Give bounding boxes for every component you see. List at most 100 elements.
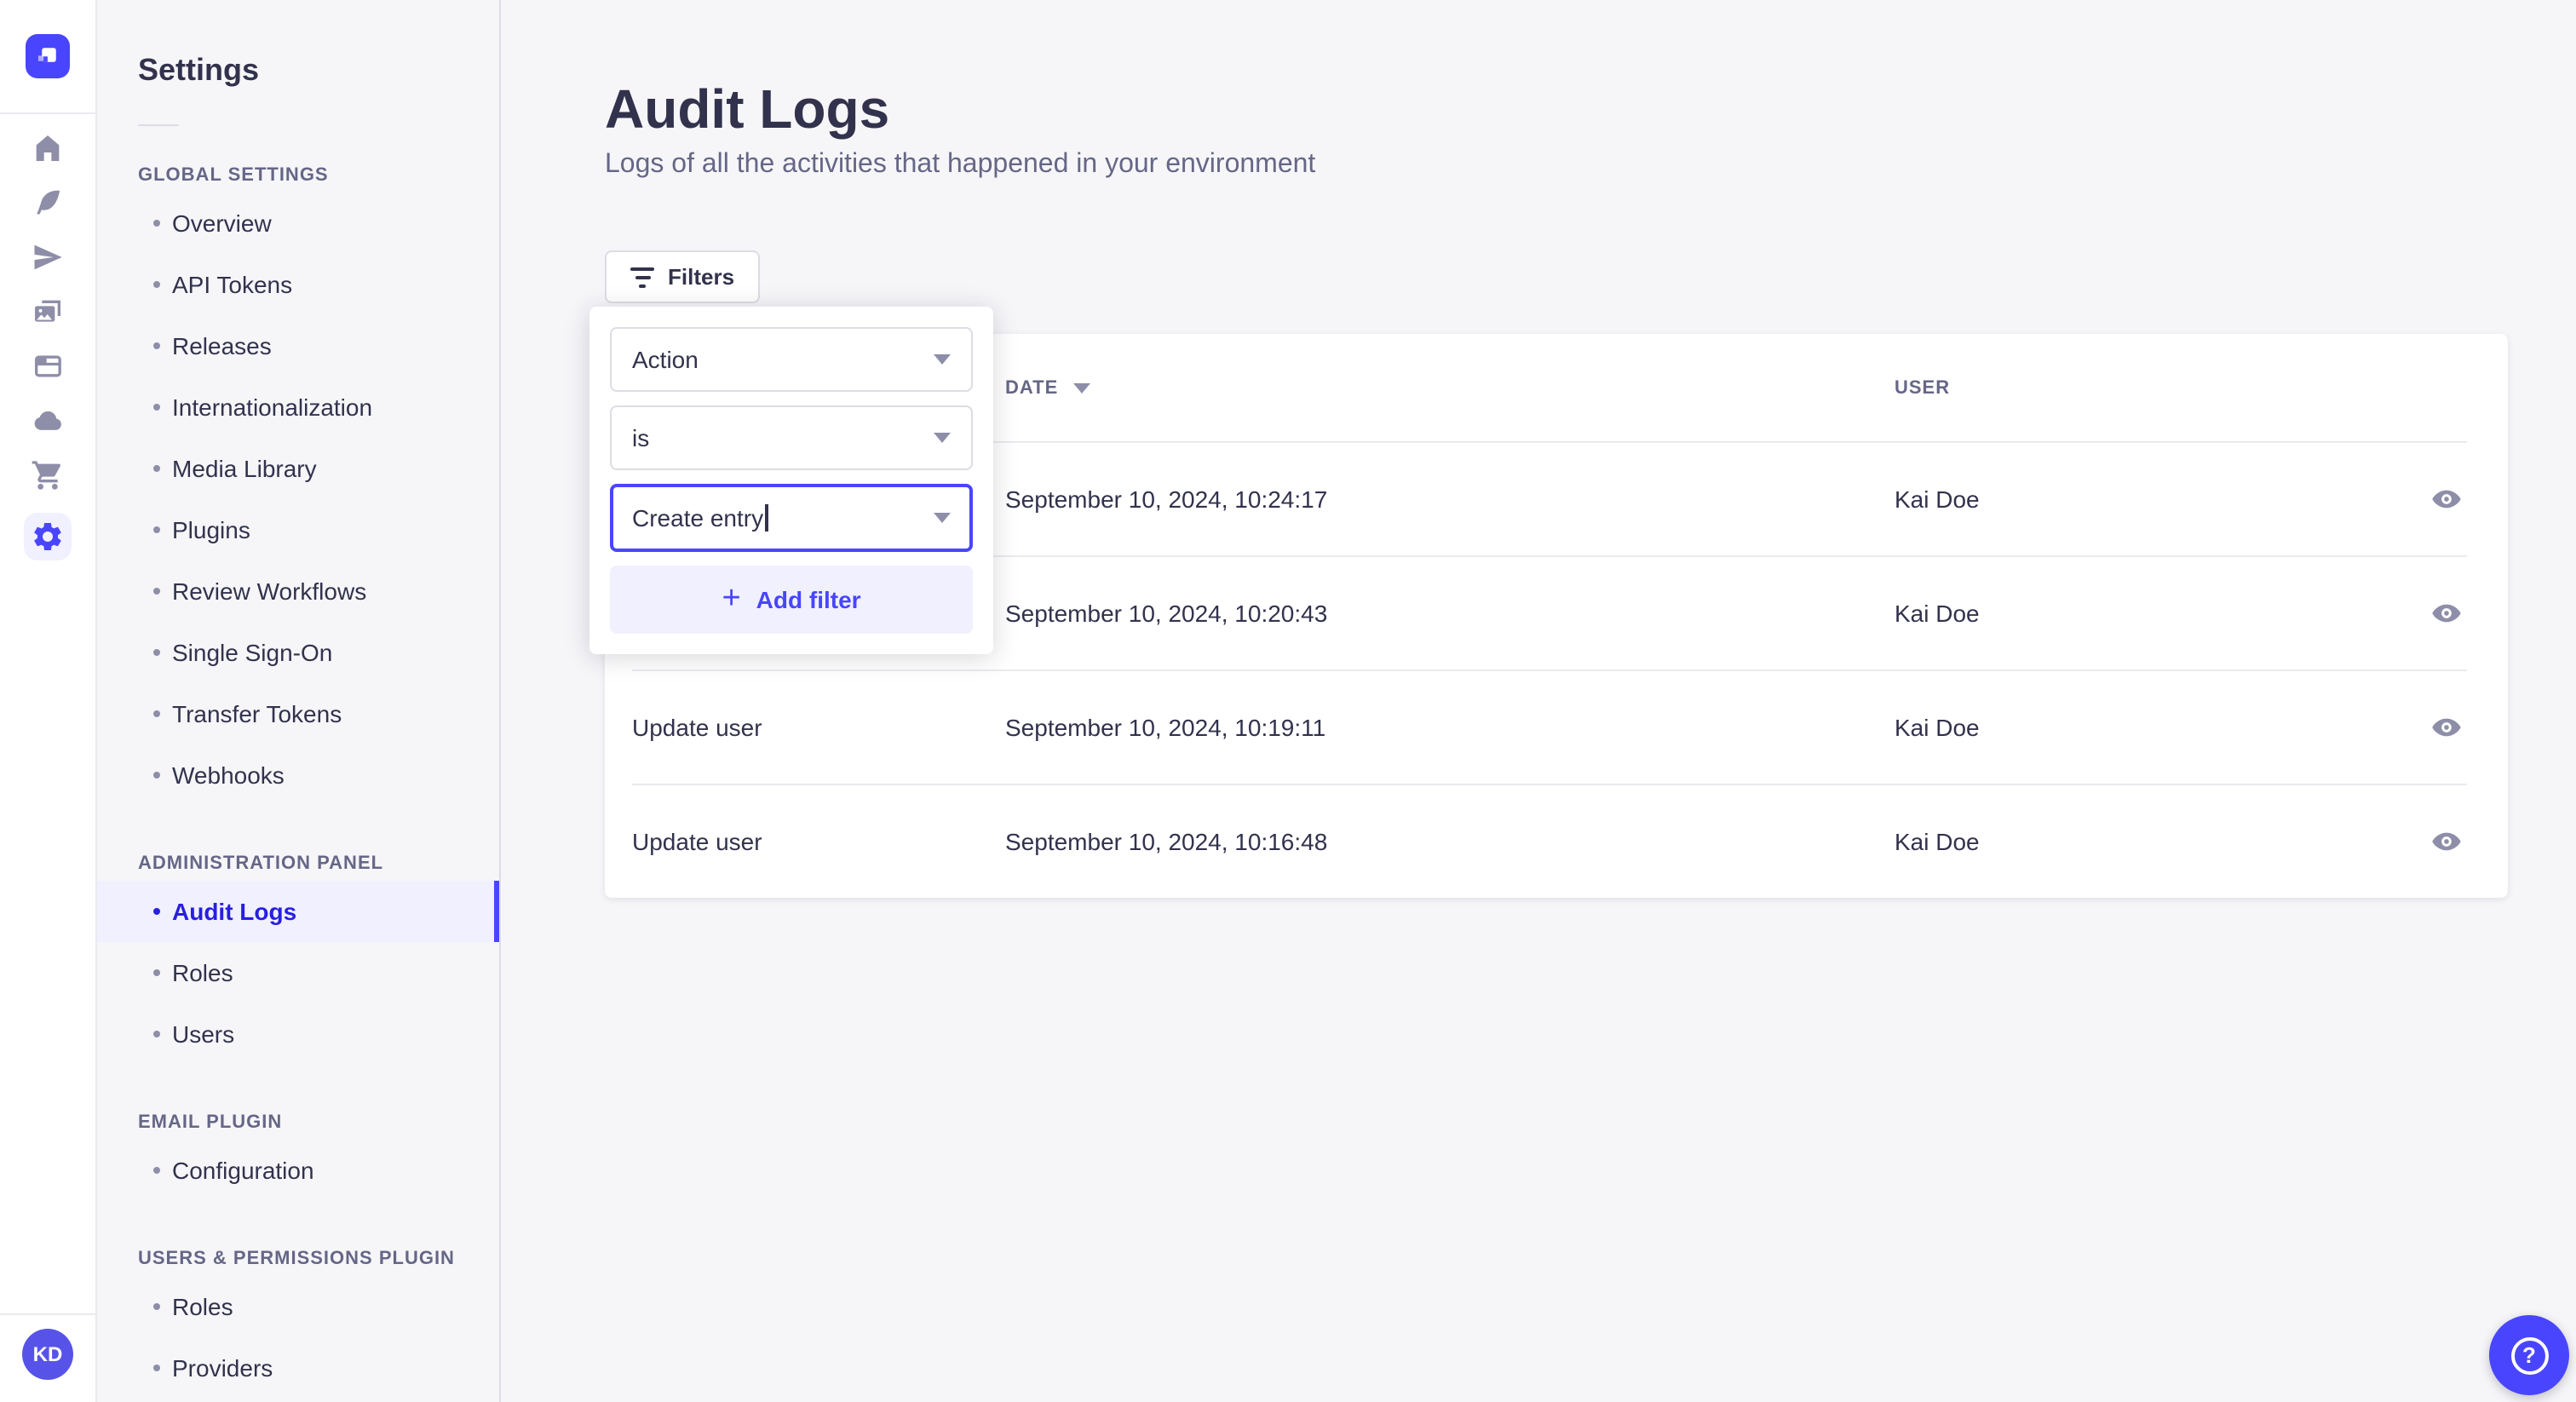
- sidebar-item-providers[interactable]: Providers: [97, 1337, 499, 1399]
- settings-gear-icon[interactable]: [24, 513, 72, 560]
- cell-action: Update user: [632, 827, 762, 854]
- rail-bottom: KD: [0, 1313, 95, 1402]
- sidebar-item-media-library[interactable]: Media Library: [97, 438, 499, 499]
- sidebar-item-plugins[interactable]: Plugins: [97, 499, 499, 560]
- add-filter-label: Add filter: [756, 586, 861, 613]
- sidebar-title: Settings: [138, 53, 260, 87]
- sidebar-item-single-sign-on[interactable]: Single Sign-On: [97, 622, 499, 683]
- eye-icon[interactable]: [2423, 703, 2470, 750]
- settings-sidebar: Settings GLOBAL SETTINGS Overview API To…: [97, 0, 501, 1402]
- bullet-icon: [153, 1031, 160, 1037]
- eye-icon[interactable]: [2423, 817, 2470, 865]
- question-mark-icon: ?: [2510, 1336, 2548, 1374]
- bullet-icon: [153, 1167, 160, 1174]
- sidebar-item-label: Media Library: [172, 455, 317, 482]
- rail-divider: [0, 112, 95, 114]
- bullet-icon: [153, 220, 160, 227]
- column-header-date[interactable]: DATE: [1005, 377, 1895, 398]
- table-row[interactable]: Update user September 10, 2024, 10:16:48…: [605, 784, 2508, 898]
- filter-field-value: Action: [632, 346, 699, 373]
- cell-date: September 10, 2024, 10:19:11: [1005, 713, 1326, 740]
- sidebar-item-webhooks[interactable]: Webhooks: [97, 744, 499, 806]
- filters-button[interactable]: Filters: [605, 250, 761, 303]
- sidebar-item-label: Single Sign-On: [172, 639, 333, 666]
- bullet-icon: [153, 404, 160, 411]
- sidebar-item-users[interactable]: Users: [97, 1003, 499, 1065]
- sidebar-section: ADMINISTRATION PANEL Audit Logs Roles Us…: [97, 847, 499, 1065]
- app: KD Settings GLOBAL SETTINGS Overview API…: [0, 0, 2576, 1402]
- sidebar-item-audit-logs[interactable]: Audit Logs: [97, 881, 499, 942]
- sidebar-item-transfer-tokens[interactable]: Transfer Tokens: [97, 683, 499, 744]
- column-header-date-label: DATE: [1005, 377, 1059, 398]
- filter-popup: Action is Create entry + Add filter: [589, 307, 993, 654]
- sidebar-section: EMAIL PLUGIN Configuration: [97, 1106, 499, 1201]
- sidebar-item-label: Audit Logs: [172, 898, 297, 925]
- sidebar-section-items: Overview API Tokens Releases Internation…: [97, 192, 499, 806]
- filter-operator-select[interactable]: is: [610, 405, 973, 470]
- bullet-icon: [153, 649, 160, 656]
- sidebar-item-label: Webhooks: [172, 761, 285, 789]
- bullet-icon: [153, 1303, 160, 1310]
- sidebar-item-api-tokens[interactable]: API Tokens: [97, 254, 499, 315]
- filter-operator-value: is: [632, 424, 650, 451]
- layout-icon[interactable]: [31, 349, 65, 383]
- table-row[interactable]: Update user September 10, 2024, 10:19:11…: [605, 669, 2508, 784]
- filter-value-combobox[interactable]: Create entry: [610, 484, 973, 552]
- filter-value-text: Create entry: [632, 504, 764, 531]
- chevron-down-icon: [934, 433, 951, 443]
- sidebar-item-internationalization[interactable]: Internationalization: [97, 376, 499, 438]
- filter-field-select[interactable]: Action: [610, 327, 973, 392]
- home-icon[interactable]: [31, 131, 65, 165]
- sidebar-sections: GLOBAL SETTINGS Overview API Tokens Rele…: [97, 158, 499, 1399]
- eye-icon[interactable]: [2423, 474, 2470, 522]
- sidebar-item-releases[interactable]: Releases: [97, 315, 499, 376]
- bullet-icon: [153, 772, 160, 779]
- sidebar-section-items: Audit Logs Roles Users: [97, 881, 499, 1065]
- sidebar-item-label: Users: [172, 1020, 235, 1048]
- cart-icon[interactable]: [31, 458, 65, 492]
- plus-icon: +: [722, 580, 741, 616]
- avatar[interactable]: KD: [22, 1329, 73, 1380]
- cell-date: September 10, 2024, 10:24:17: [1005, 485, 1328, 512]
- bullet-icon: [153, 908, 160, 915]
- chevron-down-icon: [934, 354, 951, 365]
- bullet-icon: [153, 588, 160, 595]
- sidebar-item-label: API Tokens: [172, 271, 293, 298]
- sidebar-item-label: Transfer Tokens: [172, 700, 342, 727]
- strapi-logo-glyph: [37, 48, 56, 62]
- cell-date: September 10, 2024, 10:16:48: [1005, 827, 1328, 854]
- sidebar-item-label: Roles: [172, 959, 233, 986]
- sidebar-item-overview[interactable]: Overview: [97, 192, 499, 254]
- feather-icon[interactable]: [31, 186, 65, 220]
- bullet-icon: [153, 465, 160, 472]
- cloud-icon[interactable]: [31, 404, 65, 438]
- sidebar-item-configuration[interactable]: Configuration: [97, 1140, 499, 1201]
- sidebar-item-roles[interactable]: Roles: [97, 942, 499, 1003]
- rail-divider: [0, 1313, 95, 1315]
- cell-user: Kai Doe: [1895, 599, 1980, 626]
- media-library-icon[interactable]: [31, 295, 65, 329]
- sidebar-section: GLOBAL SETTINGS Overview API Tokens Rele…: [97, 158, 499, 806]
- cell-user: Kai Doe: [1895, 827, 1980, 854]
- paper-plane-icon[interactable]: [31, 240, 65, 274]
- bullet-icon: [153, 710, 160, 717]
- sidebar-item-label: Providers: [172, 1354, 273, 1382]
- sidebar-section-label: ADMINISTRATION PANEL: [138, 853, 384, 874]
- sidebar-divider: [138, 124, 179, 126]
- sidebar-item-roles[interactable]: Roles: [97, 1276, 499, 1337]
- bullet-icon: [153, 281, 160, 288]
- eye-icon[interactable]: [2423, 589, 2470, 636]
- help-button[interactable]: ?: [2489, 1315, 2569, 1395]
- filters-button-label: Filters: [668, 264, 735, 290]
- add-filter-button[interactable]: + Add filter: [610, 566, 973, 634]
- sidebar-section-items: Roles Providers: [97, 1276, 499, 1399]
- sidebar-section-label: GLOBAL SETTINGS: [138, 165, 329, 186]
- sidebar-item-label: Releases: [172, 332, 272, 359]
- sidebar-item-label: Overview: [172, 210, 272, 237]
- main-content: Audit Logs Logs of all the activities th…: [501, 0, 2576, 1402]
- strapi-logo-icon[interactable]: [26, 34, 70, 78]
- sidebar-section-items: Configuration: [97, 1140, 499, 1201]
- sidebar-section-label: EMAIL PLUGIN: [138, 1112, 283, 1133]
- filter-icon: [630, 267, 654, 287]
- sidebar-item-review-workflows[interactable]: Review Workflows: [97, 560, 499, 622]
